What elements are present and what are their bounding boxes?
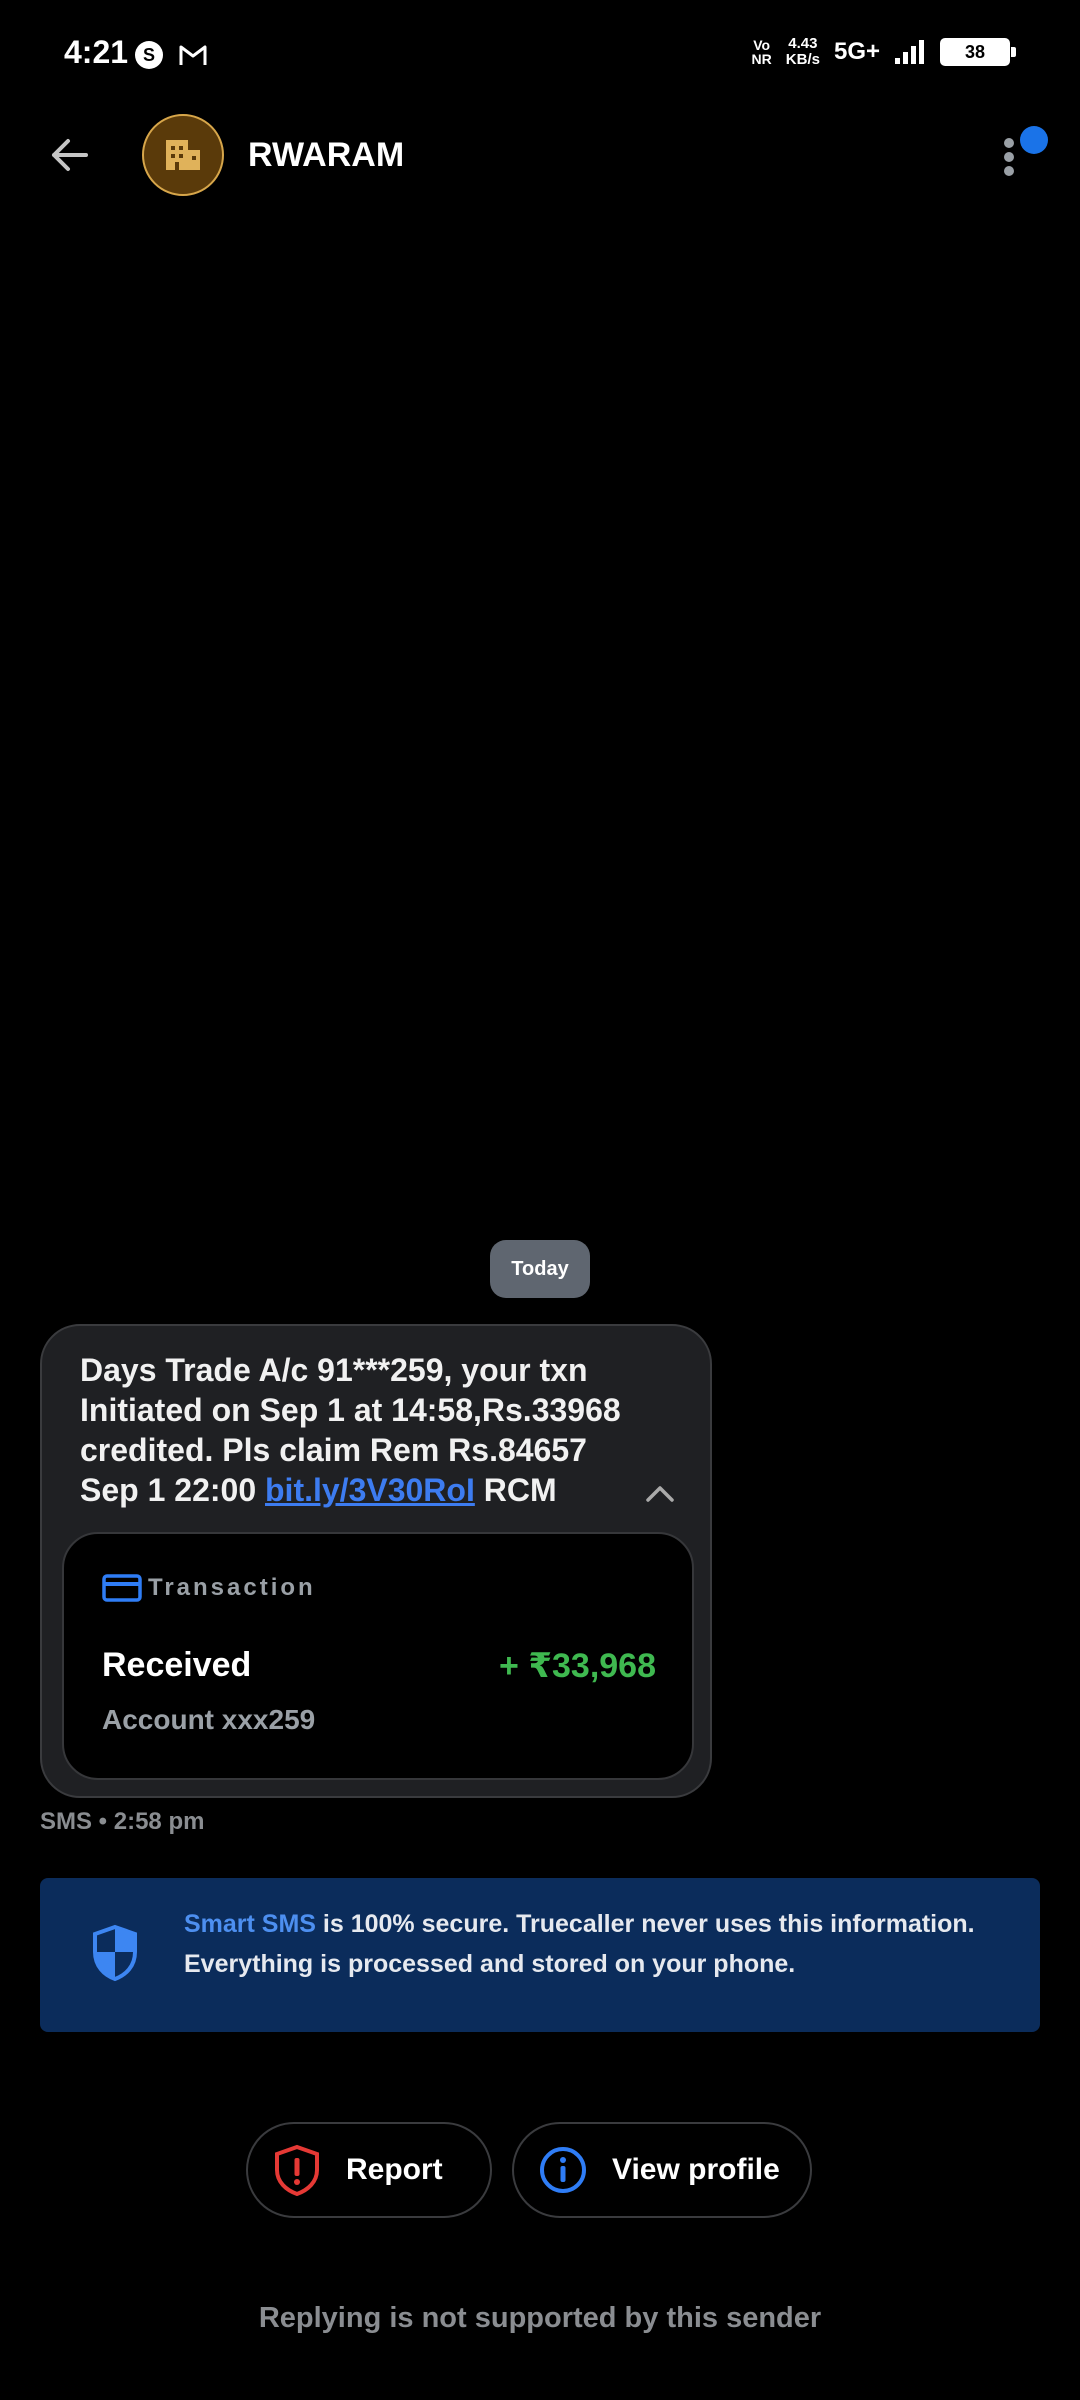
building-icon <box>166 140 200 170</box>
message-link[interactable]: bit.ly/3V30RoI <box>265 1472 475 1508</box>
info-icon <box>540 2147 586 2193</box>
arrow-back-icon[interactable] <box>44 130 94 180</box>
network-speed: 4.43 KB/s <box>785 35 820 68</box>
transaction-card[interactable]: Transaction Received + ₹33,968 Account x… <box>62 1532 694 1780</box>
status-time: 4:21 <box>64 34 129 70</box>
report-button[interactable]: Report <box>246 2122 492 2218</box>
notification-dot <box>1020 126 1048 154</box>
transaction-type: Received <box>102 1646 252 1684</box>
report-shield-icon <box>275 2144 319 2196</box>
gmail-notification-icon <box>179 45 207 65</box>
report-label: Report <box>346 2153 443 2186</box>
avatar[interactable] <box>142 114 224 196</box>
volte-indicator: Vo NR <box>751 37 772 67</box>
battery-icon: 38 <box>940 38 1016 66</box>
smart-sms-text: Smart SMS is 100% secure. Truecaller nev… <box>184 1910 975 1978</box>
message-meta: SMS • 2:58 pm <box>40 1808 205 1835</box>
more-vertical-icon[interactable] <box>994 126 1048 180</box>
transaction-account: Account xxx259 <box>102 1704 316 1735</box>
status-indicators: Vo NR 4.43 KB/s 5G+ 38 <box>752 36 1016 68</box>
network-type: 5G+ <box>833 38 880 65</box>
battery-level: 38 <box>940 38 1010 66</box>
credit-card-icon <box>102 1574 142 1602</box>
message-bubble[interactable]: Days Trade A/c 91***259, your txn Initia… <box>40 1324 712 1798</box>
shield-icon <box>93 1924 137 1982</box>
date-chip: Today <box>490 1240 590 1298</box>
signal-icon <box>895 40 924 64</box>
view-profile-label: View profile <box>612 2153 780 2186</box>
svg-text:S: S <box>143 45 155 65</box>
view-profile-button[interactable]: View profile <box>512 2122 812 2218</box>
skype-notification-icon: S <box>135 41 163 69</box>
transaction-card-title: Transaction <box>148 1574 316 1601</box>
smart-sms-banner: Smart SMS is 100% secure. Truecaller nev… <box>40 1878 1040 2032</box>
chevron-up-icon[interactable] <box>640 1478 680 1508</box>
transaction-amount: + ₹33,968 <box>499 1647 656 1685</box>
sender-name[interactable]: RWARAM <box>248 136 404 175</box>
message-text: Days Trade A/c 91***259, your txn Initia… <box>80 1352 621 1508</box>
reply-not-supported-note: Replying is not supported by this sender <box>258 2302 822 2334</box>
